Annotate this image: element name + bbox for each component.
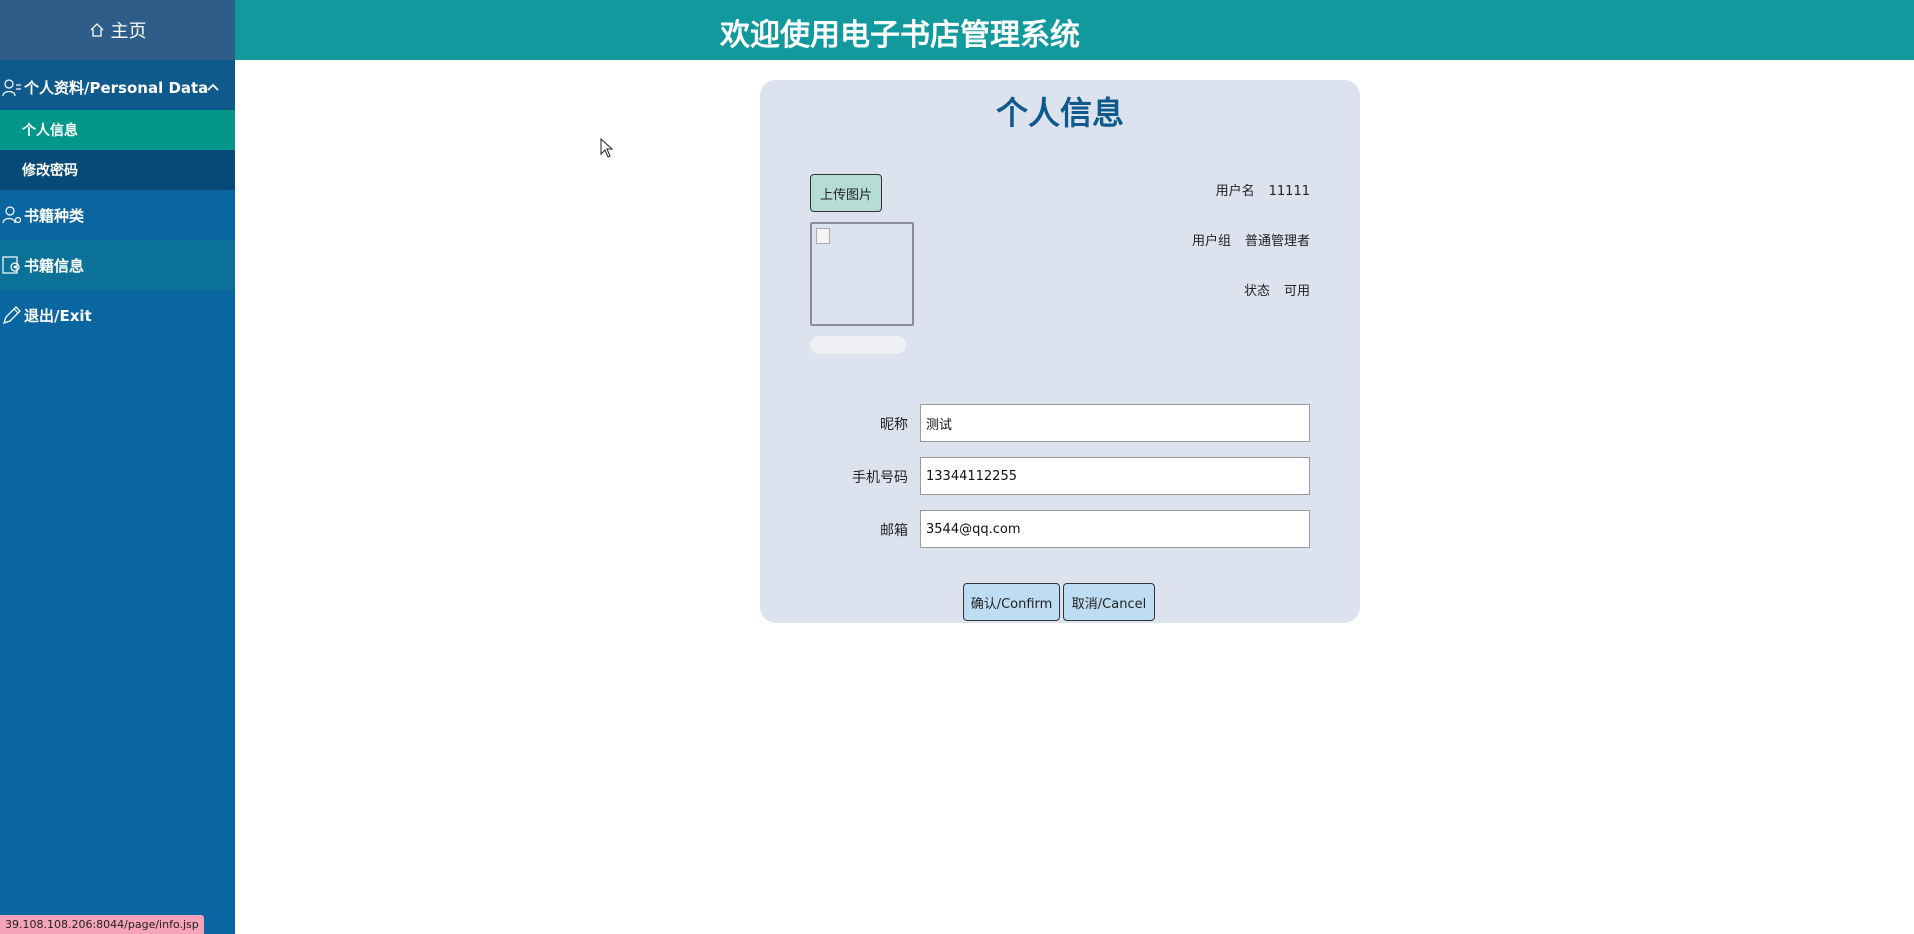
user-settings-icon — [2, 206, 22, 224]
group-label: 用户组 — [1191, 234, 1231, 249]
nickname-input[interactable] — [920, 404, 1310, 442]
sidebar-item-label: 个人信息 — [22, 123, 78, 139]
upload-progress-bar — [810, 336, 906, 354]
email-label: 邮箱 — [880, 523, 908, 539]
sidebar-section-exit-label: 退出/Exit — [24, 306, 92, 325]
avatar-image — [810, 222, 914, 326]
form-row-nickname: 昵称 — [810, 404, 1310, 442]
sidebar-section-book-info-label: 书籍信息 — [24, 256, 85, 275]
personal-info-card: 个人信息 上传图片 用户名 11111 用户组普通管理者 状态可用 昵称 手机号码… — [760, 80, 1360, 623]
card-title: 个人信息 — [995, 94, 1124, 132]
status-label: 状态 — [1243, 284, 1270, 299]
sidebar-section-personal[interactable]: 个人资料/Personal Data — [0, 60, 235, 110]
info-group: 用户组 普通管理者 — [1192, 230, 1310, 249]
sidebar-section-book-category[interactable]: 书籍种类 — [0, 190, 235, 240]
sidebar-item-personal-info[interactable]: 个人信息 — [0, 110, 235, 150]
email-input[interactable] — [920, 510, 1310, 548]
sidebar-section-personal-label: 个人资料/Personal Data — [24, 79, 209, 97]
status-value: 可用 — [1283, 284, 1310, 299]
sidebar-home[interactable]: 主页 — [0, 0, 235, 60]
sidebar-section-exit[interactable]: 退出/Exit — [0, 290, 235, 340]
home-icon — [90, 23, 103, 37]
phone-label: 手机号码 — [852, 470, 908, 486]
top-header: 欢迎使用电子书店管理系统 — [235, 0, 1914, 60]
sidebar: 主页 个人资料/Personal Data 个人信息 修改密码 书籍种类 书籍信… — [0, 0, 235, 934]
upload-image-button[interactable]: 上传图片 — [810, 174, 882, 212]
user-card-icon — [2, 78, 21, 96]
form-row-phone: 手机号码 — [810, 457, 1310, 495]
sidebar-section-book-info[interactable]: 书籍信息 — [0, 240, 235, 290]
nickname-label: 昵称 — [880, 417, 908, 433]
document-gear-icon — [2, 256, 20, 274]
broken-image-icon — [816, 228, 830, 244]
form-row-email: 邮箱 — [810, 510, 1310, 548]
confirm-button[interactable]: 确认/Confirm — [963, 583, 1060, 621]
username-label: 用户名 — [1215, 184, 1255, 199]
info-status: 状态 可用 — [1244, 280, 1310, 299]
chevron-up-icon[interactable] — [205, 79, 221, 95]
sidebar-item-change-password[interactable]: 修改密码 — [0, 150, 235, 190]
pencil-exit-icon — [2, 306, 21, 325]
group-value: 普通管理者 — [1244, 234, 1310, 249]
status-bar-url: 39.108.108.206:8044/page/info.jsp — [0, 915, 204, 934]
sidebar-home-label: 主页 — [110, 21, 147, 42]
cancel-button[interactable]: 取消/Cancel — [1063, 583, 1155, 621]
phone-input[interactable] — [920, 457, 1310, 495]
sidebar-item-label: 修改密码 — [22, 163, 78, 179]
sidebar-section-book-category-label: 书籍种类 — [24, 206, 85, 225]
page-title: 欢迎使用电子书店管理系统 — [720, 18, 1080, 53]
mouse-cursor-icon — [600, 138, 614, 158]
username-value: 11111 — [1268, 184, 1310, 199]
info-username: 用户名 11111 — [1216, 180, 1310, 199]
